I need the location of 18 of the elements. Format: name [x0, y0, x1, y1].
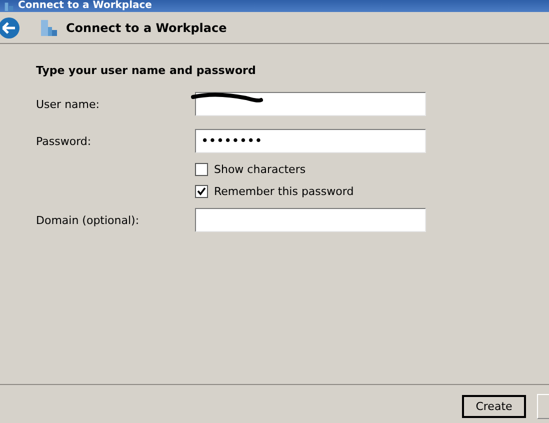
checkbox[interactable]	[195, 163, 208, 176]
back-button[interactable]	[0, 16, 20, 38]
create-button[interactable]: Create	[462, 394, 526, 418]
section-heading: Type your user name and password	[36, 64, 257, 77]
building-icon	[40, 18, 58, 36]
checkbox-label: Show characters	[214, 163, 306, 176]
username-field[interactable]	[195, 92, 426, 116]
network-icon	[4, 1, 14, 11]
window-title: Connect to a Workplace	[18, 0, 152, 12]
field-label: Domain (optional):	[36, 214, 140, 226]
domain-field[interactable]	[195, 208, 426, 232]
password-field[interactable]: ••••••••	[195, 129, 426, 153]
checkbox[interactable]	[195, 185, 208, 198]
page-title: Connect to a Workplace	[66, 20, 227, 34]
checkbox-label: Remember this password	[214, 185, 354, 198]
back-arrow-icon	[0, 16, 20, 38]
field-label: User name:	[36, 98, 100, 110]
field-label: Password:	[36, 134, 92, 148]
